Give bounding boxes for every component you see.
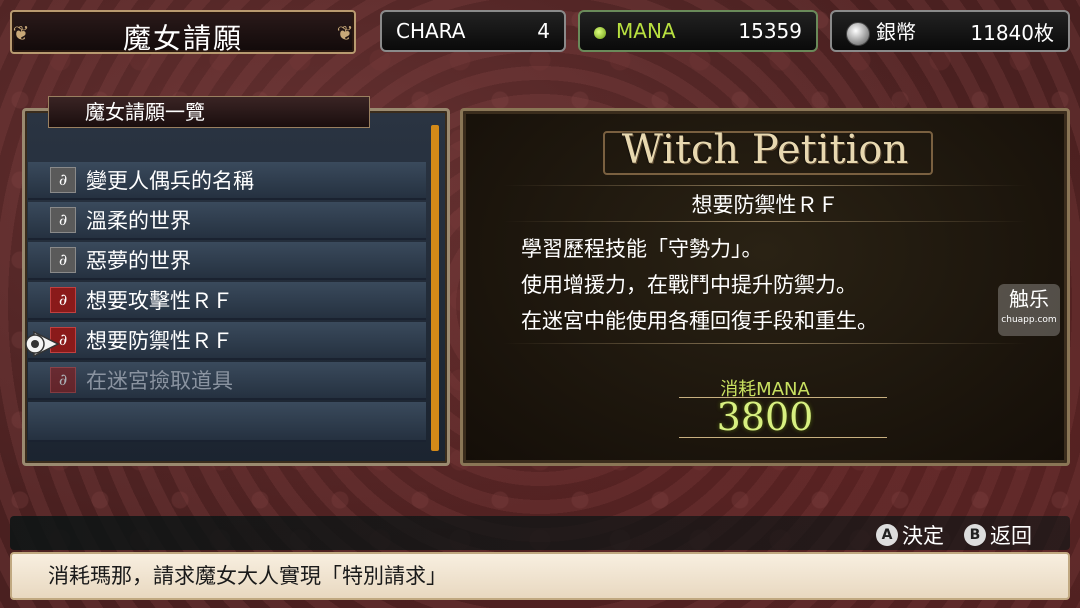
list-item-label: 想要攻擊性ＲＦ (86, 289, 233, 313)
mana-value: 15359 (738, 19, 802, 43)
petition-subtitle: 想要防禦性ＲＦ (691, 193, 839, 217)
list-item-nightmare-world[interactable]: ∂ 惡夢的世界 (28, 242, 426, 280)
description-line: 在迷宮中能使用各種回復手段和重生。 (521, 309, 878, 333)
chara-value: 4 (537, 19, 550, 43)
list-item-offensive-rf[interactable]: ∂ 想要攻擊性ＲＦ (28, 282, 426, 320)
mana-stat: MANA 15359 (578, 10, 818, 52)
petition-detail-panel: Witch Petition 想要防禦性ＲＦ 學習歷程技能「守勢力」。 使用增援… (460, 108, 1070, 466)
description-line: 學習歷程技能「守勢力」。 (521, 237, 763, 261)
a-button-icon: A (876, 524, 898, 546)
chara-stat: CHARA 4 (380, 10, 566, 52)
list-item-label: 溫柔的世界 (86, 209, 191, 233)
witch-seal-red-icon: ∂ (50, 367, 76, 393)
cost-divider (679, 437, 887, 438)
coin-stat: 銀幣 11840枚 (830, 10, 1070, 52)
witch-seal-red-icon: ∂ (50, 287, 76, 313)
back-label: 返回 (990, 524, 1032, 548)
witch-petition-banner: Witch Petition (621, 127, 909, 173)
petition-description: 學習歷程技能「守勢力」。 使用增援力，在戰鬥中提升防禦力。 在迷宮中能使用各種回… (521, 231, 878, 339)
list-item-label: 想要防禦性ＲＦ (86, 329, 233, 353)
coin-value: 11840枚 (970, 20, 1054, 45)
confirm-button[interactable]: A 決定 (876, 520, 944, 550)
coin-label: 銀幣 (876, 20, 916, 45)
list-item-defensive-rf[interactable]: ∂ 想要防禦性ＲＦ (28, 322, 426, 360)
selection-cursor-icon (25, 330, 60, 358)
back-button[interactable]: B 返回 (964, 520, 1032, 550)
chara-label: CHARA (396, 19, 466, 43)
watermark-logo: 触乐 chuapp.com (998, 284, 1060, 336)
help-message: 消耗瑪那，請求魔女大人實現「特別請求」 (10, 552, 1070, 600)
mana-orb-icon (594, 26, 606, 39)
list-item-label: 惡夢的世界 (86, 249, 191, 273)
b-button-icon: B (964, 524, 986, 546)
divider (503, 343, 1027, 344)
list-heading: 魔女請願一覽 (48, 96, 370, 128)
list-item-pick-items[interactable]: ∂ 在迷宮撿取道具 (28, 362, 426, 400)
witch-seal-icon: ∂ (50, 207, 76, 233)
description-line: 使用增援力，在戰鬥中提升防禦力。 (521, 273, 857, 297)
mana-cost-value: 3800 (716, 395, 814, 439)
divider (503, 221, 1027, 222)
silver-coin-icon (846, 21, 870, 46)
witch-seal-icon: ∂ (50, 247, 76, 273)
mana-label: MANA (616, 19, 676, 43)
list-item-label: 變更人偶兵的名稱 (86, 169, 254, 193)
list-item-label: 在迷宮撿取道具 (86, 369, 233, 393)
confirm-label: 決定 (902, 524, 944, 548)
list-item-empty (28, 402, 426, 442)
flourish-right-icon: ❦ (336, 21, 354, 45)
list-scrollbar[interactable] (431, 125, 439, 451)
divider (503, 185, 1027, 186)
list-item-rename-doll[interactable]: ∂ 變更人偶兵的名稱 (28, 162, 426, 200)
witch-seal-icon: ∂ (50, 167, 76, 193)
screen-title: 魔女請願 (122, 22, 243, 55)
screen-title-box: ❦ 魔女請願 ❦ (10, 10, 356, 55)
list-item-gentle-world[interactable]: ∂ 溫柔的世界 (28, 202, 426, 240)
